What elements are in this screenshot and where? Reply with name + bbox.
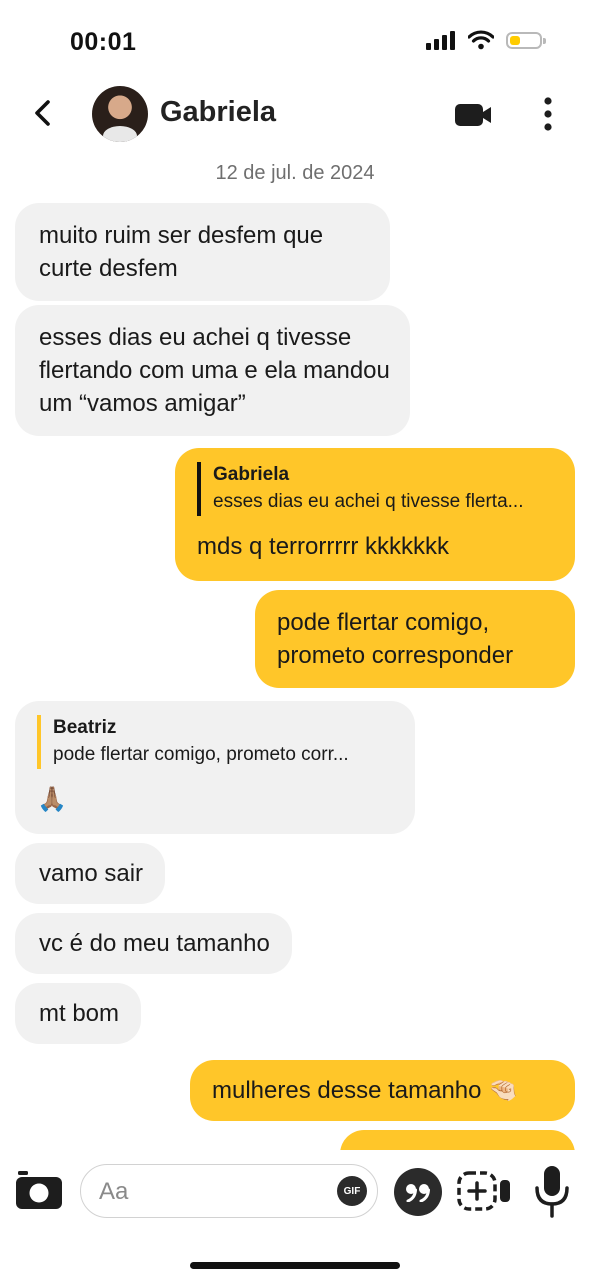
message-bubble-reply[interactable]: Gabriela esses dias eu achei q tivesse f… [175, 448, 575, 581]
message-bubble-reply[interactable]: Beatriz pode flertar comigo, prometo cor… [15, 701, 415, 834]
chat-header: Gabriela [0, 82, 590, 146]
contact-name[interactable]: Gabriela [160, 96, 276, 129]
message-bubble[interactable]: muito ruim ser desfem que curte desfem [15, 203, 390, 301]
reply-quote[interactable]: Gabriela esses dias eu achei q tivesse f… [197, 462, 553, 516]
message-bubble[interactable]: vamo sair [15, 843, 166, 904]
message-text: mds q terrorrrrr kkkkkkk [197, 533, 449, 560]
message-text: muito ruim ser desfem que curte desfem [39, 222, 324, 282]
quote-button[interactable] [394, 1168, 442, 1216]
home-indicator[interactable] [190, 1262, 400, 1269]
reply-quote-text: esses dias eu achei q tivesse flerta... [213, 491, 524, 512]
chevron-left-icon[interactable] [26, 96, 60, 130]
gif-button[interactable]: GIF [337, 1176, 367, 1206]
message-bubble[interactable]: mt bom [15, 983, 142, 1044]
quote-icon [406, 1184, 430, 1202]
message-input[interactable] [97, 1175, 321, 1209]
reply-quote[interactable]: Beatriz pode flertar comigo, prometo cor… [37, 715, 395, 769]
microphone-icon[interactable] [532, 1164, 572, 1220]
message-text: mt bom [39, 1000, 120, 1027]
reply-quote-name: Gabriela [213, 464, 290, 485]
status-bar: 00:01 [0, 0, 590, 80]
reply-quote-text: pode flertar comigo, prometo corr... [53, 744, 349, 765]
wifi-icon [468, 30, 494, 50]
cellular-signal-icon [426, 31, 455, 50]
camera-icon[interactable] [14, 1168, 64, 1212]
message-text: 🙏🏽 [37, 786, 67, 813]
message-bubble[interactable]: pode flertar comigo, prometo corresponde… [255, 590, 575, 688]
more-vertical-icon[interactable] [534, 94, 562, 134]
battery-icon [506, 31, 546, 49]
date-separator: 12 de jul. de 2024 [215, 162, 375, 184]
message-text: pode flertar comigo, prometo corresponde… [277, 609, 514, 669]
message-input-container[interactable]: GIF [80, 1164, 378, 1218]
message-bubble[interactable]: esses dias eu achei q tivesse flertando … [15, 305, 410, 436]
battery-level [510, 35, 520, 45]
camera-roll-icon[interactable] [456, 1170, 514, 1214]
message-bubble[interactable]: vc é do meu tamanho [15, 913, 292, 974]
message-text: vamo sair [39, 860, 144, 887]
message-text: vc é do meu tamanho [39, 930, 270, 957]
status-time: 00:01 [70, 28, 137, 56]
message-text: mulheres desse tamanho 🤏🏻 [212, 1077, 519, 1104]
video-camera-icon[interactable] [452, 98, 494, 132]
reply-quote-name: Beatriz [53, 717, 117, 738]
message-text: esses dias eu achei q tivesse flertando … [39, 324, 390, 417]
status-icons [426, 30, 546, 50]
message-bubble[interactable]: mulheres desse tamanho 🤏🏻 [190, 1060, 575, 1121]
avatar[interactable] [92, 86, 148, 142]
composer-bar: GIF [0, 1150, 590, 1240]
